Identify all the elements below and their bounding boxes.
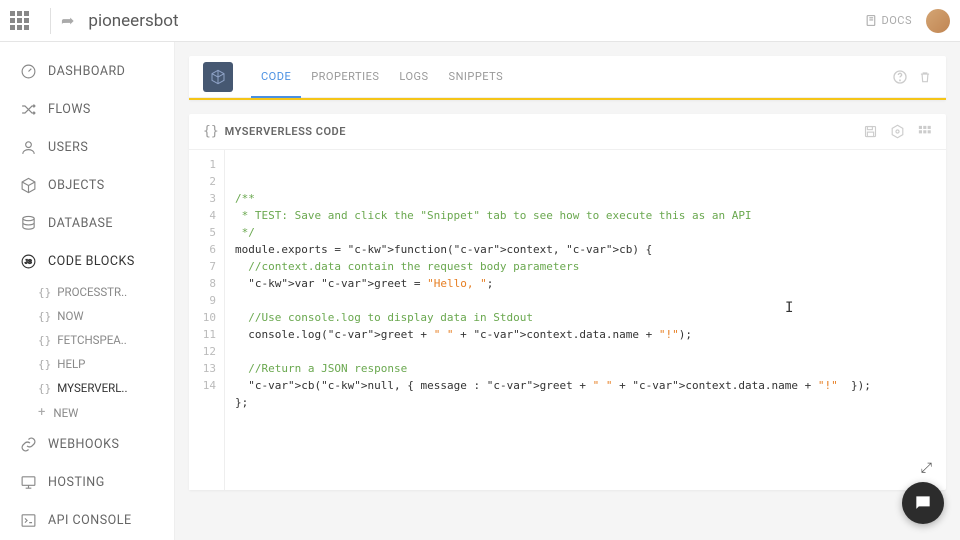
monitor-icon (18, 472, 38, 492)
page-title: pioneersbot (88, 11, 178, 31)
svg-text:JS: JS (24, 259, 31, 265)
chat-button[interactable] (902, 482, 944, 524)
plus-icon: + (38, 405, 45, 420)
nav-api-console[interactable]: API CONSOLE (0, 501, 174, 539)
chat-icon (913, 493, 933, 513)
delete-icon[interactable] (918, 70, 932, 84)
codeblock-fetchspea[interactable]: {}FETCHSPEA.. (0, 328, 174, 352)
user-icon (18, 137, 38, 157)
tab-properties[interactable]: PROPERTIES (301, 56, 389, 97)
codeblock-help[interactable]: {}HELP (0, 352, 174, 376)
shuffle-icon (18, 99, 38, 119)
nav-code-blocks[interactable]: JSCODE BLOCKS (0, 242, 174, 280)
braces-icon: {} (38, 334, 51, 347)
book-icon (865, 14, 878, 27)
cube-icon (18, 175, 38, 195)
nav-database[interactable]: DATABASE (0, 204, 174, 242)
js-icon: JS (18, 251, 38, 271)
avatar[interactable] (926, 9, 950, 33)
nav-users[interactable]: USERS (0, 128, 174, 166)
code-panel-header: {} MYSERVERLESS CODE (189, 114, 946, 150)
main-content: CODEPROPERTIESLOGSSNIPPETS {} MYSERVERLE… (175, 42, 960, 540)
nav-webhooks[interactable]: WEBHOOKS (0, 425, 174, 463)
tab-panel: CODEPROPERTIESLOGSSNIPPETS (189, 56, 946, 100)
cube-icon (203, 62, 233, 92)
terminal-icon (18, 510, 38, 530)
help-icon[interactable] (892, 69, 908, 85)
nav-objects[interactable]: OBJECTS (0, 166, 174, 204)
braces-icon: {} (38, 382, 51, 395)
codeblock-now[interactable]: {}NOW (0, 304, 174, 328)
tab-code[interactable]: CODE (251, 56, 301, 97)
code-editor[interactable]: 1234567891011121314 /** * TEST: Save and… (189, 150, 946, 490)
codeblock-new[interactable]: +NEW (0, 400, 174, 425)
line-gutter: 1234567891011121314 (189, 150, 225, 490)
code-panel-title: MYSERVERLESS CODE (225, 125, 346, 138)
tab-snippets[interactable]: SNIPPETS (439, 56, 514, 97)
db-icon (18, 213, 38, 233)
gauge-icon (18, 61, 38, 81)
tab-logs[interactable]: LOGS (389, 56, 438, 97)
sidebar: DASHBOARDFLOWSUSERSOBJECTSDATABASEJSCODE… (0, 42, 175, 540)
code-area[interactable]: /** * TEST: Save and click the "Snippet"… (225, 150, 946, 490)
codeblock-processtr[interactable]: {}PROCESSTR.. (0, 280, 174, 304)
braces-icon: {} (38, 286, 51, 299)
nav-flows[interactable]: FLOWS (0, 90, 174, 128)
share-icon[interactable]: ➦ (61, 11, 74, 30)
tabbar: CODEPROPERTIESLOGSSNIPPETS (189, 56, 946, 98)
save-icon[interactable] (863, 124, 878, 139)
topbar: ➦ pioneersbot DOCS (0, 0, 960, 42)
nav-hosting[interactable]: HOSTING (0, 463, 174, 501)
nav-dashboard[interactable]: DASHBOARD (0, 52, 174, 90)
grid-icon[interactable] (917, 124, 932, 139)
codeblock-myserverl[interactable]: {}MYSERVERL.. (0, 376, 174, 400)
settings-hex-icon[interactable] (890, 124, 905, 139)
braces-icon: {} (38, 310, 51, 323)
docs-link[interactable]: DOCS (865, 14, 912, 27)
braces-icon: {} (203, 124, 219, 139)
link-icon (18, 434, 38, 454)
expand-icon[interactable]: ⤢ (921, 458, 932, 480)
progress-bar (189, 98, 946, 100)
separator (50, 8, 51, 34)
apps-grid-icon[interactable] (10, 11, 30, 31)
code-panel: {} MYSERVERLESS CODE 1234567891011121314… (189, 114, 946, 490)
braces-icon: {} (38, 358, 51, 371)
